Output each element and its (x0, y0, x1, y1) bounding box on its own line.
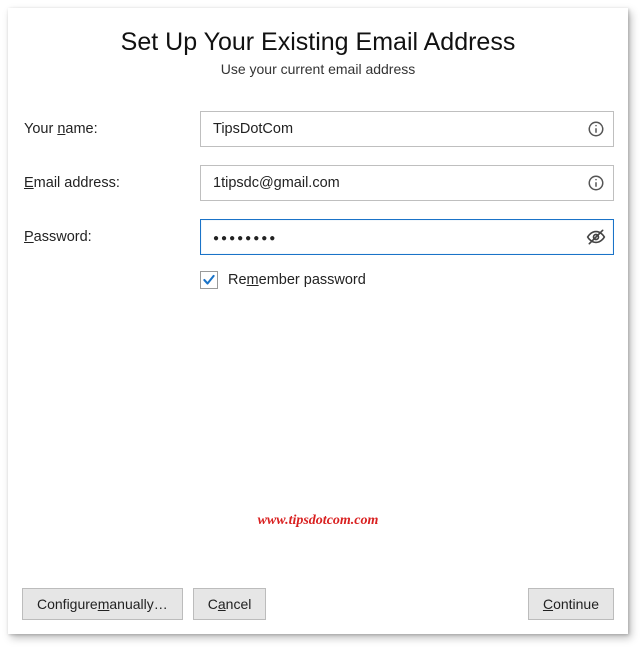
password-input[interactable] (200, 219, 614, 255)
watermark: www.tipsdotcom.com (8, 513, 628, 529)
name-input[interactable] (200, 111, 614, 147)
password-input-wrap (200, 219, 614, 255)
email-label: Email address: (22, 175, 200, 191)
eye-off-icon[interactable] (586, 227, 606, 247)
row-password: Password: (22, 219, 614, 255)
remember-checkbox[interactable] (200, 271, 218, 289)
name-input-wrap (200, 111, 614, 147)
row-email: Email address: (22, 165, 614, 201)
account-setup-dialog: Set Up Your Existing Email Address Use y… (8, 8, 628, 634)
email-input[interactable] (200, 165, 614, 201)
configure-manually-button[interactable]: Configure manually… (22, 588, 183, 620)
info-icon[interactable] (586, 173, 606, 193)
page-subtitle: Use your current email address (22, 61, 614, 77)
info-icon[interactable] (586, 119, 606, 139)
password-label: Password: (22, 229, 200, 245)
continue-button[interactable]: Continue (528, 588, 614, 620)
email-input-wrap (200, 165, 614, 201)
name-label: Your name: (22, 121, 200, 137)
remember-label: Remember password (228, 272, 366, 288)
page-title: Set Up Your Existing Email Address (22, 28, 614, 57)
row-name: Your name: (22, 111, 614, 147)
form-area: Your name: Email address: (22, 111, 614, 289)
remember-row: Remember password (200, 271, 614, 289)
cancel-button[interactable]: Cancel (193, 588, 267, 620)
button-bar: Configure manually… Cancel Continue (22, 588, 614, 620)
